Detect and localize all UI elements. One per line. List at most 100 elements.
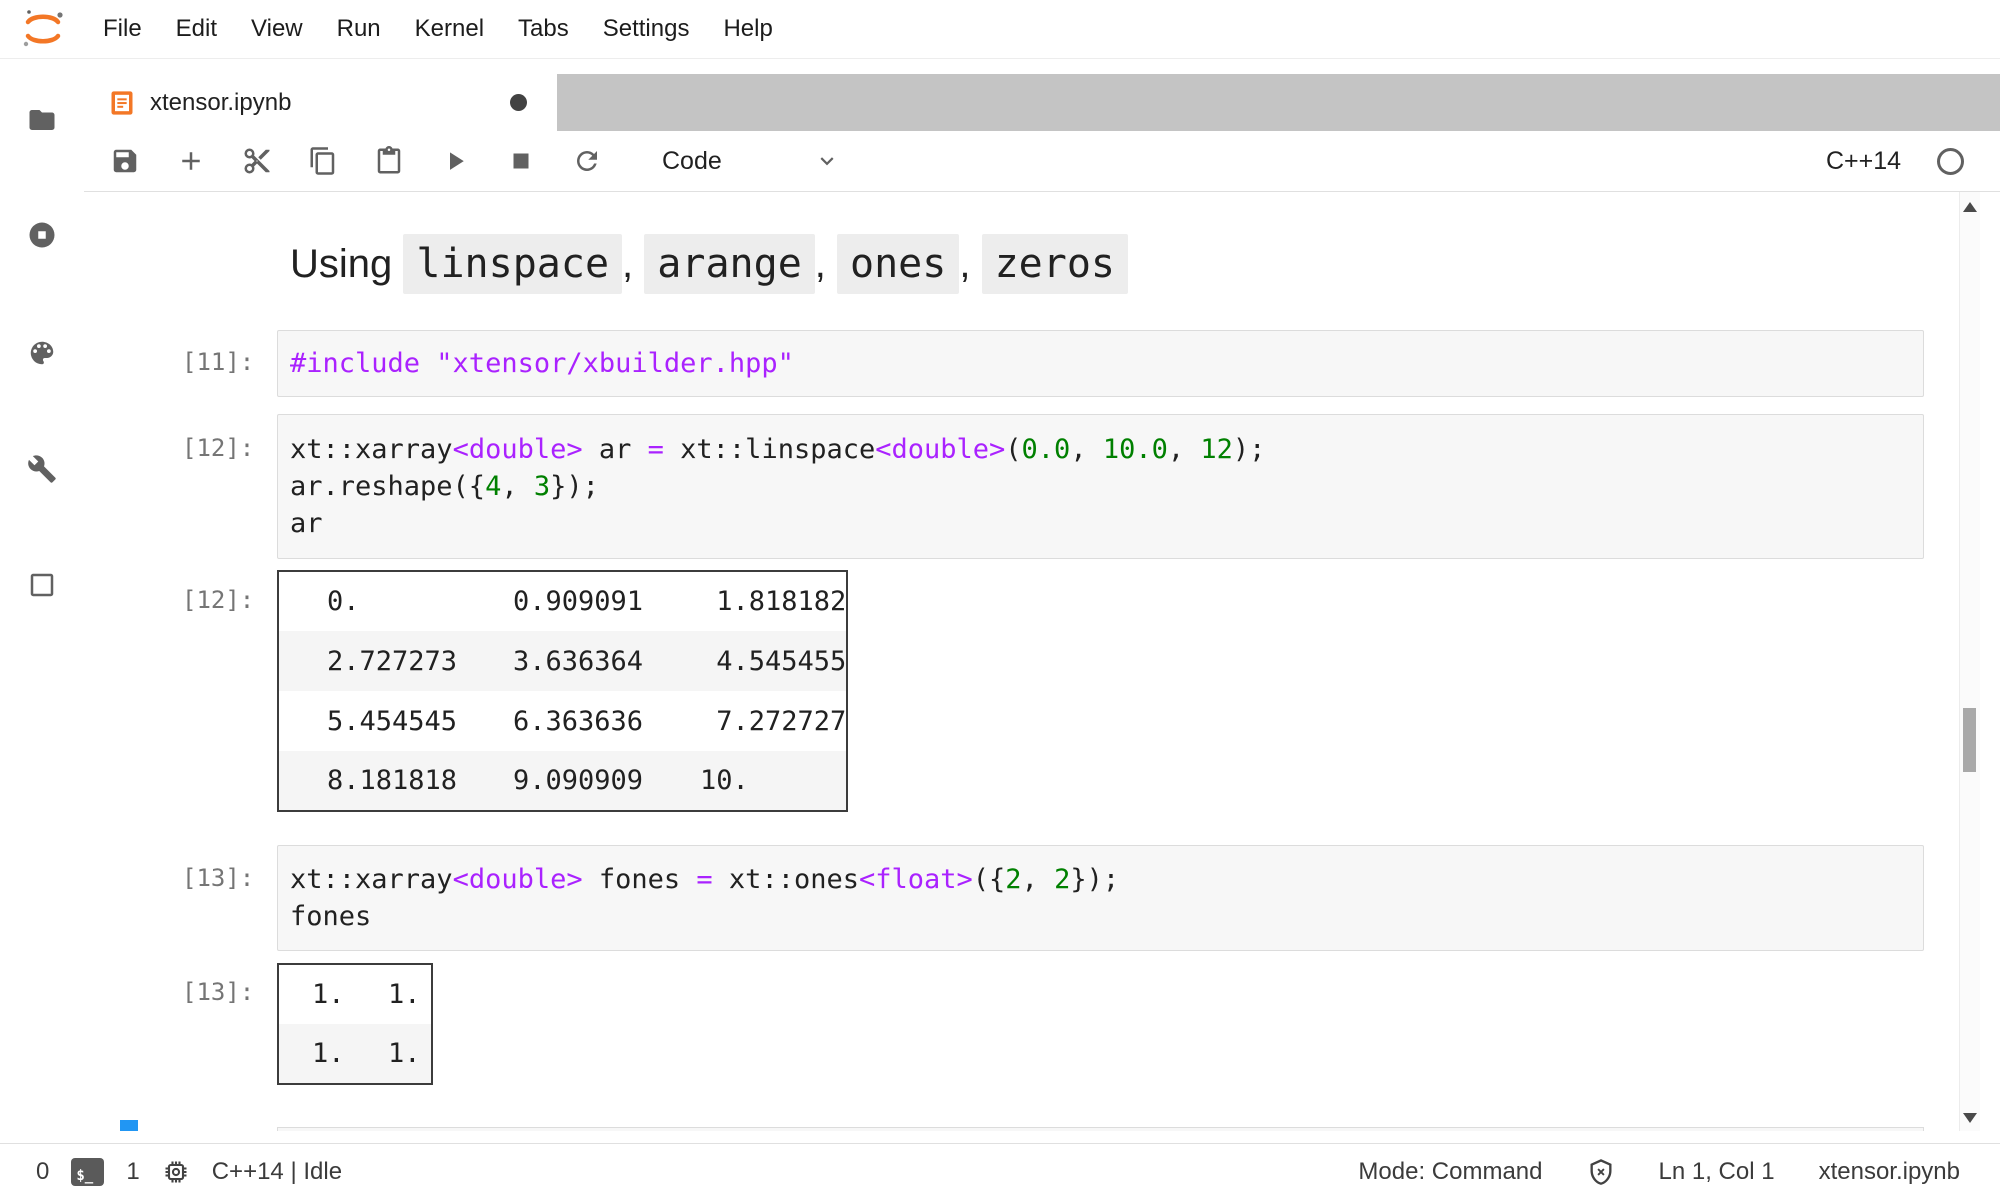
- cut-cells-button[interactable]: [242, 146, 272, 176]
- output-table-cell: 5.454545: [278, 691, 465, 751]
- input-prompt-13: [13]:: [182, 860, 254, 897]
- kernels-count[interactable]: 1: [126, 1158, 139, 1186]
- code-line[interactable]: ar: [290, 505, 1911, 542]
- token: 3: [534, 471, 550, 502]
- tab-xtensor-ipynb[interactable]: xtensor.ipynb: [84, 74, 557, 131]
- token: 4: [485, 471, 501, 502]
- add-cell-icon: [176, 146, 206, 176]
- tab-title: xtensor.ipynb: [150, 89, 291, 117]
- status-right-group: Mode: Command Ln 1, Col 1 xtensor.ipynb: [1358, 1158, 1960, 1186]
- code-line[interactable]: ar.reshape({4, 3});: [290, 468, 1911, 505]
- code-cell-input-12[interactable]: xt::xarray<double> ar = xt::linspace<dou…: [277, 414, 1924, 559]
- kernel-chip-icon[interactable]: [162, 1158, 190, 1186]
- next-cell-partial[interactable]: [277, 1127, 1924, 1131]
- sidebar-item-files[interactable]: [27, 105, 57, 135]
- active-file-name: xtensor.ipynb: [1819, 1158, 1960, 1186]
- scroll-up-arrow-icon[interactable]: [1963, 202, 1977, 212]
- token: fones: [583, 864, 697, 895]
- code-cell-input-11[interactable]: #include "xtensor/xbuilder.hpp": [277, 330, 1924, 397]
- cell-type-select[interactable]: Code: [662, 147, 840, 176]
- output-table-cell: 1.: [355, 964, 432, 1024]
- token: ,: [1022, 864, 1055, 895]
- token: xt::linspace: [664, 434, 875, 465]
- token: <double>: [453, 864, 583, 895]
- notebook-toolbar: Code C++14: [84, 131, 2000, 192]
- notebook-icon: [108, 89, 136, 117]
- token: 0.0: [1022, 434, 1071, 465]
- token: =: [696, 864, 712, 895]
- token: ,: [959, 242, 981, 287]
- paste-cells-button[interactable]: [374, 146, 404, 176]
- cut-icon: [242, 146, 272, 176]
- sidebar-item-running[interactable]: [27, 220, 57, 250]
- output-table-cell: 1.: [278, 964, 355, 1024]
- cell-collapser[interactable]: [120, 1120, 138, 1131]
- cursor-position[interactable]: Ln 1, Col 1: [1659, 1158, 1775, 1186]
- token: 12: [1200, 434, 1233, 465]
- output-table-cell: 3.636364: [465, 631, 652, 691]
- code-line[interactable]: xt::xarray<double> ar = xt::linspace<dou…: [290, 431, 1911, 468]
- menu-settings[interactable]: Settings: [586, 15, 707, 43]
- copy-icon: [308, 146, 338, 176]
- status-left-group: 0 $_ 1 C++14 | Idle: [36, 1158, 342, 1186]
- token: 10.0: [1103, 434, 1168, 465]
- code-line[interactable]: xt::xarray<double> fones = xt::ones<floa…: [290, 861, 1911, 898]
- restart-icon: [572, 146, 602, 176]
- token: fones: [290, 901, 371, 932]
- kernel-name-label[interactable]: C++14: [1826, 147, 1901, 176]
- code-line[interactable]: fones: [290, 898, 1911, 935]
- menu-tabs[interactable]: Tabs: [501, 15, 586, 43]
- unsaved-changes-indicator[interactable]: [510, 94, 527, 111]
- output-table-row: 8.1818189.09090910.: [278, 751, 847, 811]
- kernel-status-indicator[interactable]: [1937, 148, 1964, 175]
- copy-cells-button[interactable]: [308, 146, 338, 176]
- run-button[interactable]: [440, 146, 470, 176]
- interrupt-kernel-button[interactable]: [506, 146, 536, 176]
- menu-view[interactable]: View: [234, 15, 320, 43]
- sidebar-item-open-tabs[interactable]: [27, 570, 57, 600]
- token: ar: [290, 508, 323, 539]
- trust-shield-icon[interactable]: [1587, 1158, 1615, 1186]
- output-table-row: 1.1.: [278, 1024, 432, 1084]
- scroll-down-arrow-icon[interactable]: [1963, 1113, 1977, 1123]
- menu-run[interactable]: Run: [320, 15, 398, 43]
- vertical-scrollbar[interactable]: [1959, 192, 1980, 1131]
- output-table-cell: 6.363636: [465, 691, 652, 751]
- output-table-cell: 10.: [652, 751, 847, 811]
- output-table-cell: 0.: [278, 571, 465, 631]
- menu-edit[interactable]: Edit: [159, 15, 234, 43]
- terminal-icon[interactable]: $_: [71, 1158, 104, 1186]
- inline-code: zeros: [982, 234, 1128, 294]
- token: ,: [1070, 434, 1103, 465]
- cell-type-value: Code: [662, 147, 722, 176]
- token: <double>: [875, 434, 1005, 465]
- kernel-status-text[interactable]: C++14 | Idle: [212, 1158, 342, 1186]
- menu-kernel[interactable]: Kernel: [398, 15, 501, 43]
- sidebar-item-inspector[interactable]: [27, 454, 57, 484]
- command-mode-indicator[interactable]: Mode: Command: [1358, 1158, 1542, 1186]
- token: ,: [622, 242, 644, 287]
- token: );: [1233, 434, 1266, 465]
- running-sessions-icon: [27, 220, 57, 250]
- restart-kernel-button[interactable]: [572, 146, 602, 176]
- token: ,: [815, 242, 837, 287]
- dock-tab-bar: xtensor.ipynb: [84, 74, 2000, 131]
- output-table-13: 1.1.1.1.: [277, 963, 433, 1085]
- terminals-count[interactable]: 0: [36, 1158, 49, 1186]
- output-table-cell: 0.909091: [465, 571, 652, 631]
- output-prompt-12: [12]:: [182, 582, 254, 619]
- token: (: [1005, 434, 1021, 465]
- token: =: [648, 434, 664, 465]
- menu-file[interactable]: File: [86, 15, 159, 43]
- output-table-row: 0.0.909091 1.818182: [278, 571, 847, 631]
- code-cell-input-13[interactable]: xt::xarray<double> fones = xt::ones<floa…: [277, 845, 1924, 951]
- token: ar: [583, 434, 648, 465]
- output-table-cell: 1.818182: [652, 571, 847, 631]
- add-cell-button[interactable]: [176, 146, 206, 176]
- sidebar-item-commands[interactable]: [27, 338, 57, 368]
- output-table-cell: 4.545455: [652, 631, 847, 691]
- save-button[interactable]: [110, 146, 140, 176]
- code-line[interactable]: #include "xtensor/xbuilder.hpp": [290, 345, 1911, 382]
- scrollbar-thumb[interactable]: [1963, 708, 1976, 772]
- menu-help[interactable]: Help: [706, 15, 789, 43]
